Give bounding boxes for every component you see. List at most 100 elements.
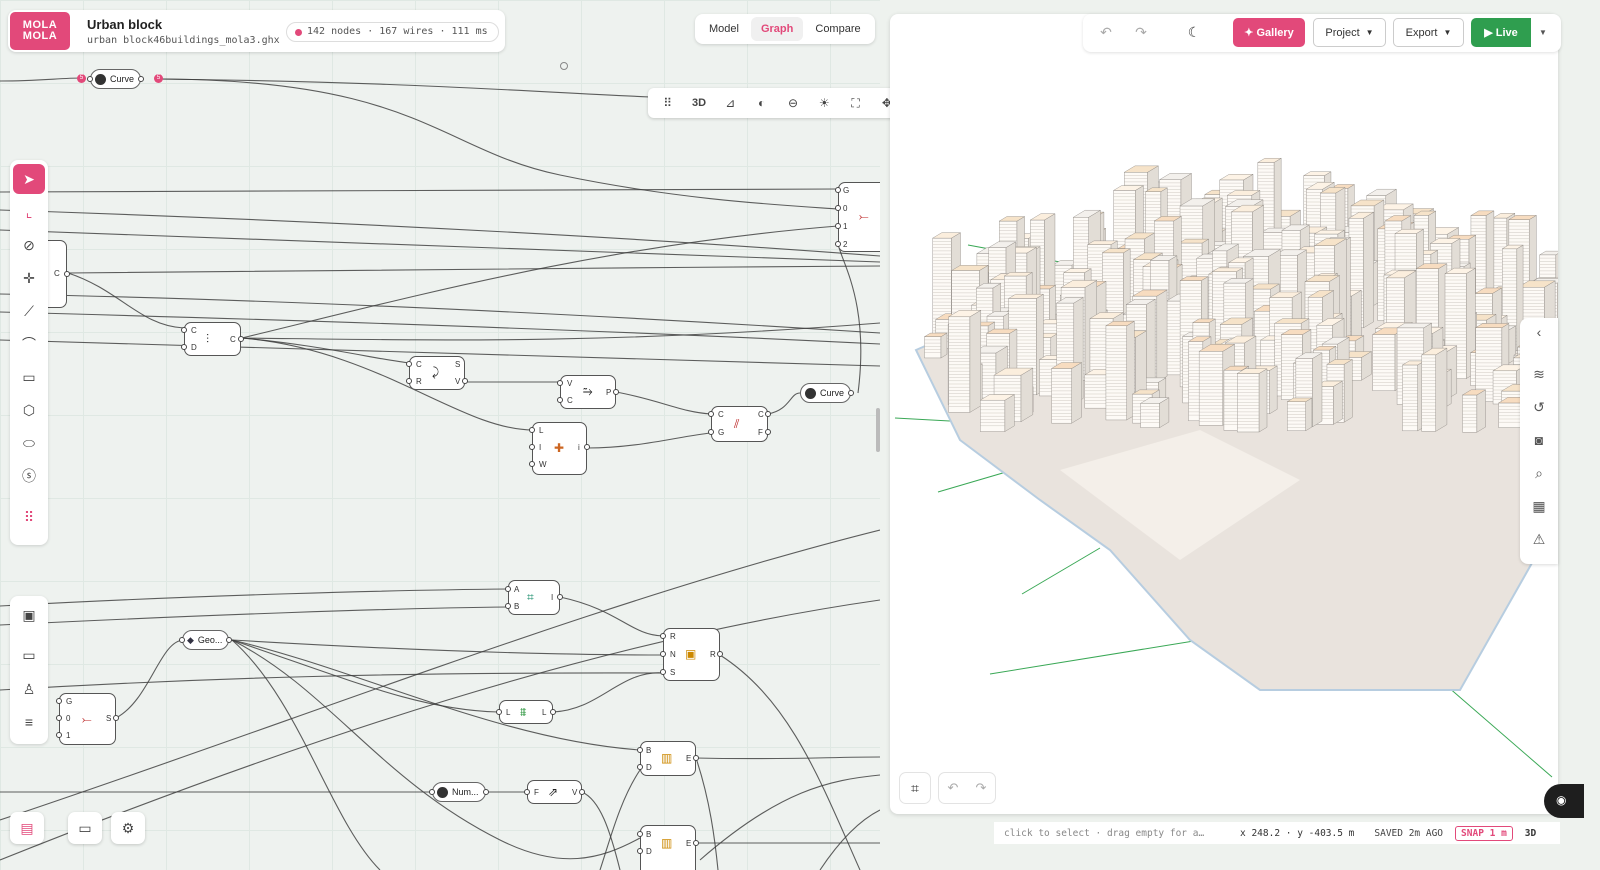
folder-icon[interactable]: ▭ xyxy=(68,812,102,844)
input-port[interactable] xyxy=(637,848,643,854)
panel-resize-handle[interactable] xyxy=(876,408,880,452)
input-port[interactable] xyxy=(660,669,666,675)
output-port[interactable] xyxy=(584,444,590,450)
menu-icon[interactable]: ≡ xyxy=(13,707,45,737)
output-port[interactable] xyxy=(64,271,70,277)
panel-toggle-icon[interactable]: ▤ xyxy=(10,812,44,844)
project-menu-button[interactable]: Project ▼ xyxy=(1313,18,1386,47)
output-port[interactable] xyxy=(550,709,556,715)
input-port[interactable] xyxy=(637,831,643,837)
output-port[interactable] xyxy=(462,378,468,384)
geometry-node[interactable]: ◆ Geo... xyxy=(179,630,233,650)
collapse-chevron-icon[interactable]: ‹ xyxy=(1529,324,1549,344)
hexagon-icon[interactable]: ⬡ xyxy=(13,395,45,425)
drag-handle-icon[interactable]: ⠿ xyxy=(657,96,679,110)
component-node[interactable]: L I W ✚ i xyxy=(529,422,590,475)
input-port[interactable] xyxy=(835,187,841,193)
input-port[interactable] xyxy=(835,205,841,211)
input-port[interactable] xyxy=(524,789,530,795)
rectangle-icon[interactable]: ▭ xyxy=(13,362,45,392)
output-port[interactable] xyxy=(113,715,119,721)
input-port[interactable] xyxy=(505,586,511,592)
graph-canvas[interactable]: Curve 5 5 C C D ⫶ C C R ⤸ S V V C ⥲ P L … xyxy=(0,0,880,870)
point-icon[interactable]: ✛ xyxy=(13,263,45,293)
output-port[interactable] xyxy=(482,789,489,795)
table-icon[interactable]: ▦ xyxy=(1529,498,1549,518)
export-menu-button[interactable]: Export ▼ xyxy=(1393,18,1464,47)
tab-graph[interactable]: Graph xyxy=(750,17,804,41)
view-mode[interactable]: 3D xyxy=(1525,828,1536,839)
component-node[interactable]: F ⇗ V xyxy=(524,780,585,804)
gallery-button[interactable]: ✦ Gallery xyxy=(1233,18,1305,47)
component-node[interactable]: A B ⌗ I xyxy=(505,580,563,615)
redo-icon[interactable]: ↷ xyxy=(976,780,987,796)
output-port[interactable] xyxy=(693,755,699,761)
camera-icon[interactable]: ◙ xyxy=(1529,432,1549,452)
chat-icon[interactable]: ◉ xyxy=(1544,784,1584,818)
input-port[interactable] xyxy=(56,698,62,704)
input-port[interactable] xyxy=(835,223,841,229)
component-node[interactable]: L ⩩ L xyxy=(496,700,556,724)
input-port[interactable] xyxy=(406,378,412,384)
ground-icon[interactable]: ⊖ xyxy=(782,96,804,110)
user-icon[interactable]: ♙ xyxy=(13,674,45,704)
input-port[interactable] xyxy=(179,637,185,643)
curve-node-top[interactable]: Curve xyxy=(87,69,145,89)
input-port[interactable] xyxy=(708,429,714,435)
input-port[interactable] xyxy=(181,327,187,333)
output-port[interactable] xyxy=(693,840,699,846)
select-arrow-icon[interactable]: ➤ xyxy=(13,164,45,194)
component-node[interactable]: C G ⫽ C F xyxy=(708,406,771,442)
output-port[interactable] xyxy=(613,389,619,395)
output-port[interactable] xyxy=(238,336,244,342)
tab-compare[interactable]: Compare xyxy=(805,17,870,41)
image-icon[interactable]: ▣ xyxy=(13,600,45,630)
undo-icon[interactable]: ↶ xyxy=(1093,18,1119,47)
output-port[interactable] xyxy=(557,594,563,600)
live-button[interactable]: ▶ Live xyxy=(1471,18,1531,47)
curve-tool-icon[interactable]: ⊘ xyxy=(13,230,45,260)
input-port[interactable] xyxy=(529,427,535,433)
output-port[interactable] xyxy=(138,76,145,82)
input-port[interactable] xyxy=(406,361,412,367)
input-port[interactable] xyxy=(637,747,643,753)
app-logo[interactable]: MOLA MOLA xyxy=(10,12,70,50)
folder-icon[interactable]: ▭ xyxy=(13,640,45,670)
stairs-icon[interactable]: ⌞ xyxy=(13,197,45,227)
curve-node-right[interactable]: Curve xyxy=(800,383,855,403)
contrast-icon[interactable]: ◐ xyxy=(751,96,773,110)
input-port[interactable] xyxy=(529,461,535,467)
output-port[interactable] xyxy=(717,651,723,657)
input-port[interactable] xyxy=(557,397,563,403)
polyline-icon[interactable]: ⟋ xyxy=(13,296,45,326)
input-port[interactable] xyxy=(835,241,841,247)
input-port[interactable] xyxy=(660,651,666,657)
fit-all-icon[interactable]: ⌗ xyxy=(899,772,931,804)
snap-toggle[interactable]: SNAP 1 m xyxy=(1455,825,1513,841)
view-3d-button[interactable]: 3D xyxy=(688,97,710,109)
ellipse-icon[interactable]: ⬭ xyxy=(13,428,45,458)
output-port[interactable] xyxy=(579,789,585,795)
layers-icon[interactable]: ≋ xyxy=(1529,366,1549,386)
input-port[interactable] xyxy=(56,732,62,738)
grid-dots-icon[interactable]: ⠿ xyxy=(13,502,45,532)
component-node[interactable]: B D ▥ E xyxy=(637,741,699,776)
output-port[interactable] xyxy=(848,390,855,396)
live-options-chevron-icon[interactable]: ▼ xyxy=(1532,18,1554,47)
redo-icon[interactable]: ↷ xyxy=(1128,18,1154,47)
history-icon[interactable]: ↺ xyxy=(1529,399,1549,419)
search-icon[interactable]: ⌕ xyxy=(1529,465,1549,485)
input-port[interactable] xyxy=(529,444,535,450)
input-port[interactable] xyxy=(660,633,666,639)
input-port[interactable] xyxy=(181,344,187,350)
bezier-icon[interactable]: ⌒ xyxy=(13,329,45,359)
output-port[interactable] xyxy=(765,429,771,435)
input-port[interactable] xyxy=(87,76,93,82)
undo-icon[interactable]: ↶ xyxy=(948,780,959,796)
input-port[interactable] xyxy=(557,380,563,386)
tab-model[interactable]: Model xyxy=(699,17,749,41)
component-node[interactable]: B D ▥ E xyxy=(637,825,699,870)
3d-viewport[interactable] xyxy=(890,14,1558,814)
component-node[interactable]: C R ⤸ S V xyxy=(406,356,468,390)
output-port[interactable] xyxy=(765,411,771,417)
